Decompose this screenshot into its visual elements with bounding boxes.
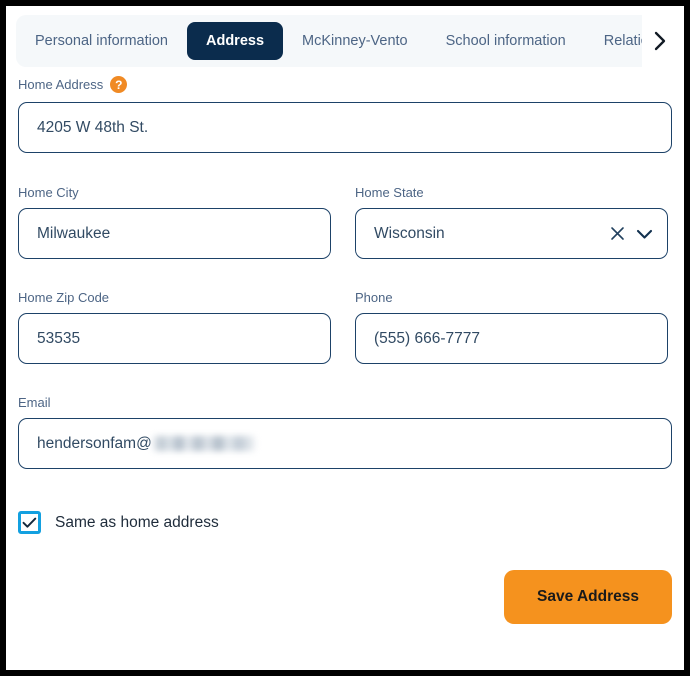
chevron-right-icon[interactable] — [642, 15, 678, 67]
home-zip-code-label: Home Zip Code — [18, 290, 110, 305]
home-state-label: Home State — [355, 185, 424, 200]
home-city-label: Home City — [18, 185, 79, 200]
phone-value: (555) 666-7777 — [374, 329, 480, 347]
email-row: Email hendersonfam@ — [6, 396, 684, 469]
question-mark-icon[interactable]: ? — [110, 76, 128, 93]
phone-label: Phone — [355, 290, 393, 305]
home-address-label: Home Address — [18, 77, 104, 92]
email-field: Email hendersonfam@ — [18, 396, 672, 469]
page-surface: Personal information Address McKinney-Ve… — [6, 6, 684, 670]
home-state-value: Wisconsin — [374, 224, 445, 242]
home-address-label-group: Home Address ? — [18, 76, 672, 93]
home-zip-code-field: Home Zip Code 53535 — [18, 291, 331, 364]
tab-bar: Personal information Address McKinney-Ve… — [16, 15, 660, 67]
home-state-field: Home State Wisconsin — [355, 186, 668, 259]
zip-phone-row: Home Zip Code 53535 Phone (555) 666-7777 — [6, 291, 684, 364]
phone-field: Phone (555) 666-7777 — [355, 291, 668, 364]
home-city-value: Milwaukee — [37, 224, 111, 242]
close-x-icon[interactable] — [610, 226, 625, 241]
home-city-field: Home City Milwaukee — [18, 186, 331, 259]
same-as-home-address-checkbox[interactable] — [18, 511, 41, 534]
phone-input[interactable]: (555) 666-7777 — [355, 313, 668, 364]
email-value: hendersonfam@ — [37, 434, 152, 452]
email-label: Email — [18, 395, 51, 410]
home-address-field: Home Address ? 4205 W 48th St. — [18, 76, 672, 153]
form-actions: Save Address — [6, 570, 684, 624]
home-city-input[interactable]: Milwaukee — [18, 208, 331, 259]
checkmark-icon — [22, 517, 37, 528]
home-address-input[interactable]: 4205 W 48th St. — [18, 102, 672, 153]
tab-personal-information[interactable]: Personal information — [16, 22, 187, 60]
home-address-row: Home Address ? 4205 W 48th St. — [6, 76, 684, 153]
app-window-frame: Personal information Address McKinney-Ve… — [0, 0, 690, 676]
chevron-down-icon[interactable] — [636, 228, 653, 240]
tab-school-information[interactable]: School information — [427, 22, 585, 60]
home-zip-code-value: 53535 — [37, 329, 81, 347]
home-state-select-icons — [610, 209, 653, 258]
email-input[interactable]: hendersonfam@ — [18, 418, 672, 469]
home-state-select[interactable]: Wisconsin — [355, 208, 668, 259]
address-form: Home Address ? 4205 W 48th St. Home City… — [6, 76, 684, 624]
city-state-row: Home City Milwaukee Home State Wisconsin — [6, 186, 684, 259]
tab-address[interactable]: Address — [187, 22, 284, 60]
same-as-home-address-row[interactable]: Same as home address — [6, 511, 684, 534]
home-address-value: 4205 W 48th St. — [37, 118, 149, 136]
save-address-button[interactable]: Save Address — [504, 570, 672, 624]
tab-mckinney-vento[interactable]: McKinney-Vento — [283, 22, 427, 60]
home-zip-code-input[interactable]: 53535 — [18, 313, 331, 364]
same-as-home-address-label: Same as home address — [55, 513, 219, 531]
email-redacted-domain — [152, 436, 255, 451]
